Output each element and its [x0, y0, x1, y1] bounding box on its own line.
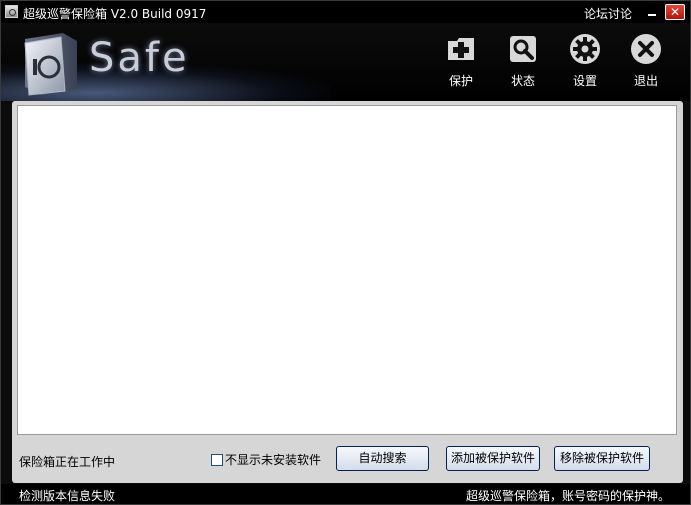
checkbox-label: 不显示未安装软件: [225, 453, 322, 467]
status-bar: 检测版本信息失败 超级巡警保险箱，账号密码的保护神。: [1, 484, 690, 504]
safe-logo-icon: [24, 33, 77, 96]
header-banner: Safe 保护 状态 设置 退出: [1, 23, 690, 101]
brand-logo-text: Safe: [89, 35, 190, 81]
close-button[interactable]: ✕: [665, 4, 685, 20]
product-slogan: 超级巡警保险箱，账号密码的保护神。: [465, 489, 670, 503]
toolbar-protect-button[interactable]: 保护: [436, 33, 486, 89]
forum-link[interactable]: 论坛讨论: [584, 5, 632, 22]
minimize-button[interactable]: [642, 4, 662, 20]
toolbar-exit-label: 退出: [633, 74, 658, 88]
add-icon: [448, 38, 474, 60]
auto-search-button[interactable]: 自动搜索: [336, 446, 429, 471]
app-icon[interactable]: [5, 5, 18, 18]
remove-protected-software-button[interactable]: 移除被保护软件: [554, 446, 650, 471]
toolbar-settings-label: 设置: [572, 74, 597, 88]
close-icon: [631, 34, 661, 64]
toolbar-settings-button[interactable]: 设置: [560, 33, 610, 89]
version-check-status: 检测版本信息失败: [19, 489, 116, 503]
app-window: 超级巡警保险箱 V2.0 Build 0917 论坛讨论 ✕ Safe 保护 状…: [0, 0, 691, 505]
protected-software-list[interactable]: [17, 105, 677, 435]
search-icon: [510, 36, 536, 62]
toolbar-exit-button[interactable]: 退出: [621, 33, 671, 89]
protection-status-text: 保险箱正在工作中: [19, 455, 116, 469]
title-bar[interactable]: 超级巡警保险箱 V2.0 Build 0917 论坛讨论 ✕: [1, 1, 690, 23]
toolbar-protect-label: 保护: [448, 74, 473, 88]
window-title: 超级巡警保险箱 V2.0 Build 0917: [23, 7, 207, 21]
hide-uninstalled-checkbox[interactable]: 不显示未安装软件: [211, 451, 321, 468]
toolbar-status-label: 状态: [510, 74, 535, 88]
gear-icon: [570, 34, 600, 64]
checkbox-box[interactable]: [211, 454, 223, 466]
main-panel: 保险箱正在工作中 不显示未安装软件 自动搜索 添加被保护软件 移除被保护软件: [12, 101, 683, 483]
toolbar-status-button[interactable]: 状态: [498, 33, 548, 89]
add-protected-software-button[interactable]: 添加被保护软件: [446, 446, 540, 471]
